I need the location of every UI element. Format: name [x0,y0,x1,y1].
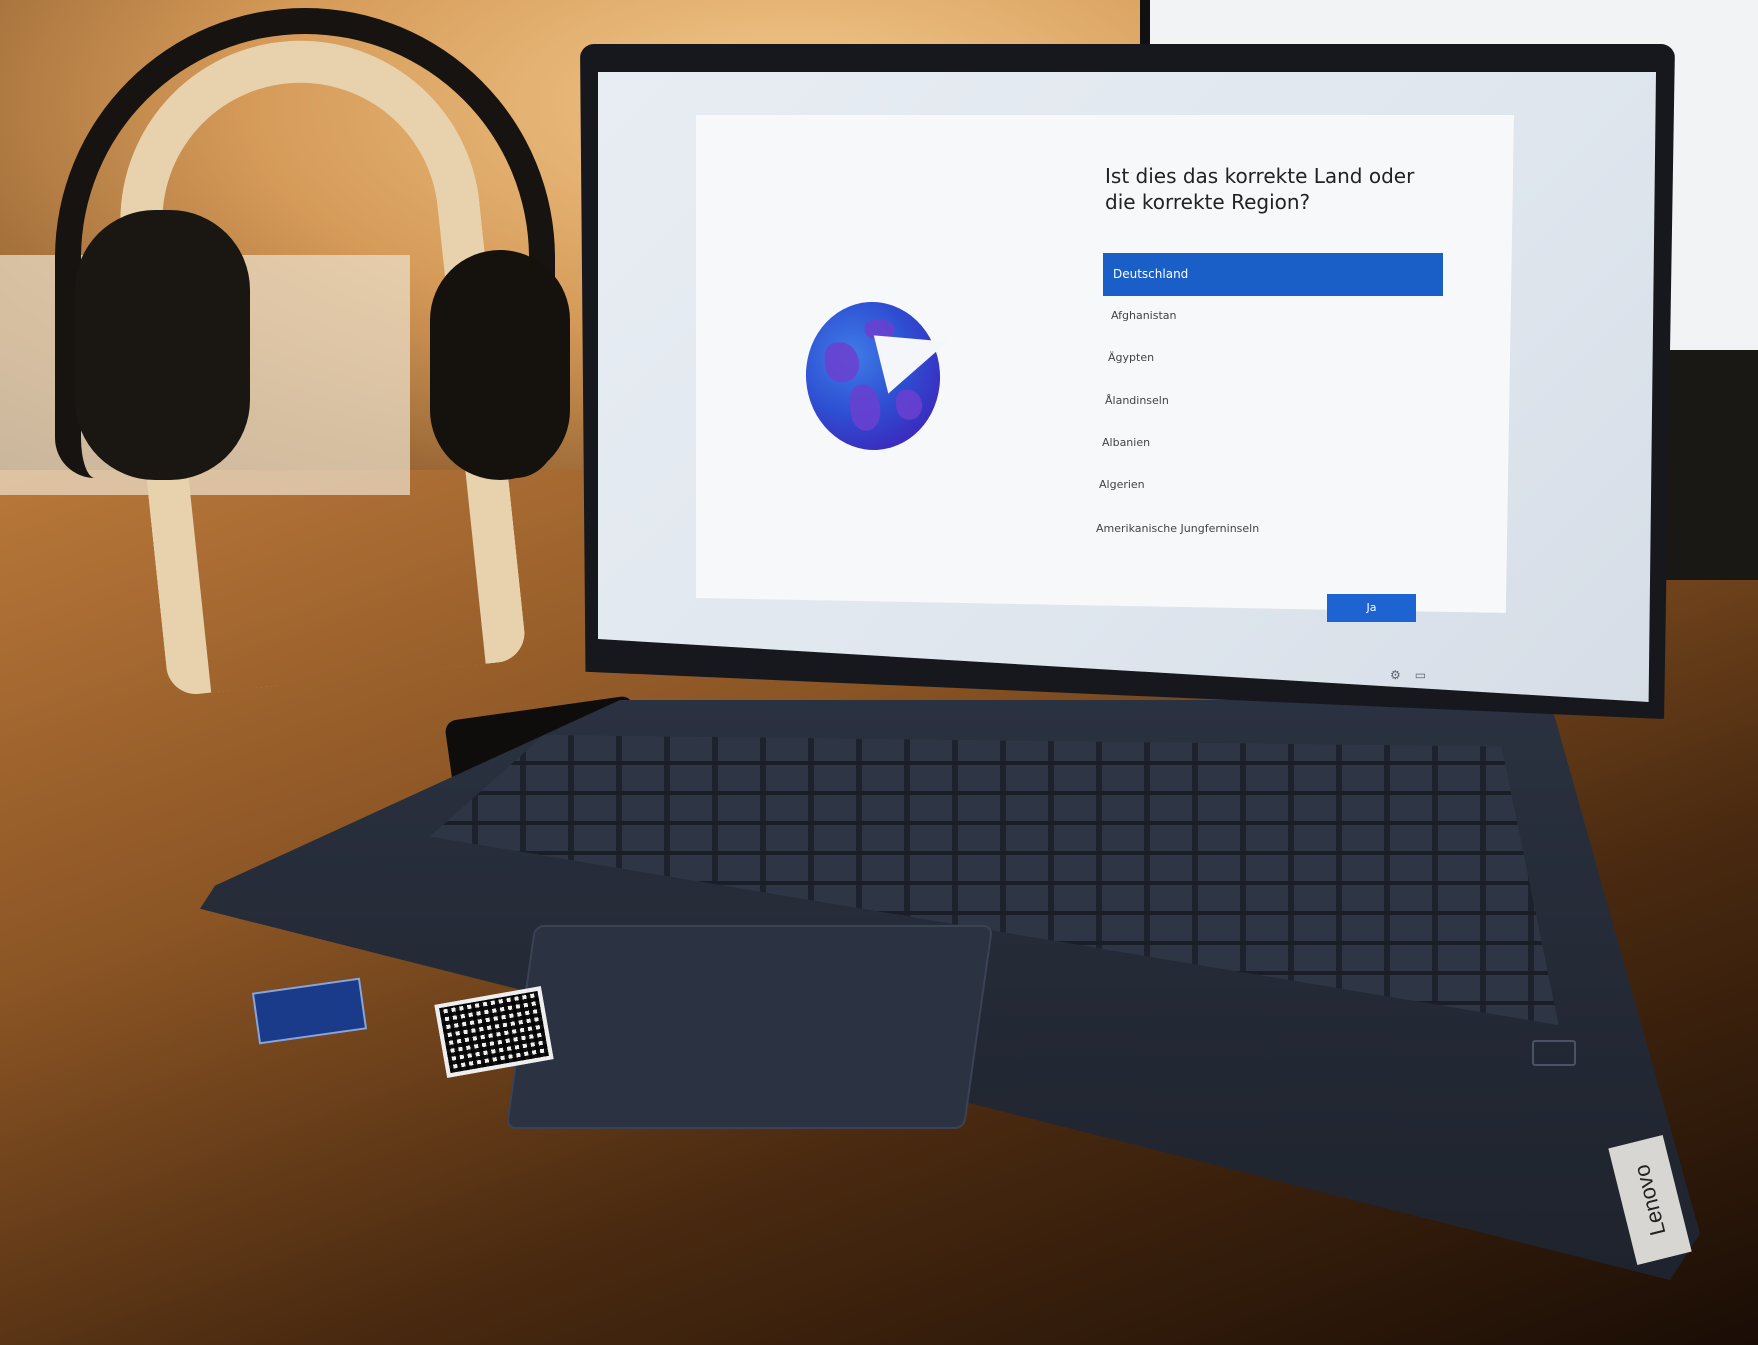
region-option-selected[interactable]: Deutschland [1103,253,1443,296]
region-option[interactable]: Albanien [1102,436,1150,449]
system-tray-icons[interactable]: ⚙▭ [1390,668,1440,682]
brand-logo: Lenovo [1628,1162,1671,1239]
region-option[interactable]: Afghanistan [1111,309,1176,322]
region-option[interactable]: Amerikanische Jungferninseln [1096,522,1259,535]
confirm-button[interactable]: Ja [1327,594,1416,622]
touchpad [505,925,994,1129]
region-option[interactable]: Ålandinseln [1105,394,1169,407]
dialog-question: Ist dies das korrekte Land oder die korr… [1105,164,1415,214]
fingerprint-sensor [1532,1040,1576,1066]
region-option[interactable]: Algerien [1099,478,1145,491]
headphones-ear-cup [430,250,570,480]
headphones-ear-cup [75,210,250,480]
region-option[interactable]: Ägypten [1108,351,1154,364]
